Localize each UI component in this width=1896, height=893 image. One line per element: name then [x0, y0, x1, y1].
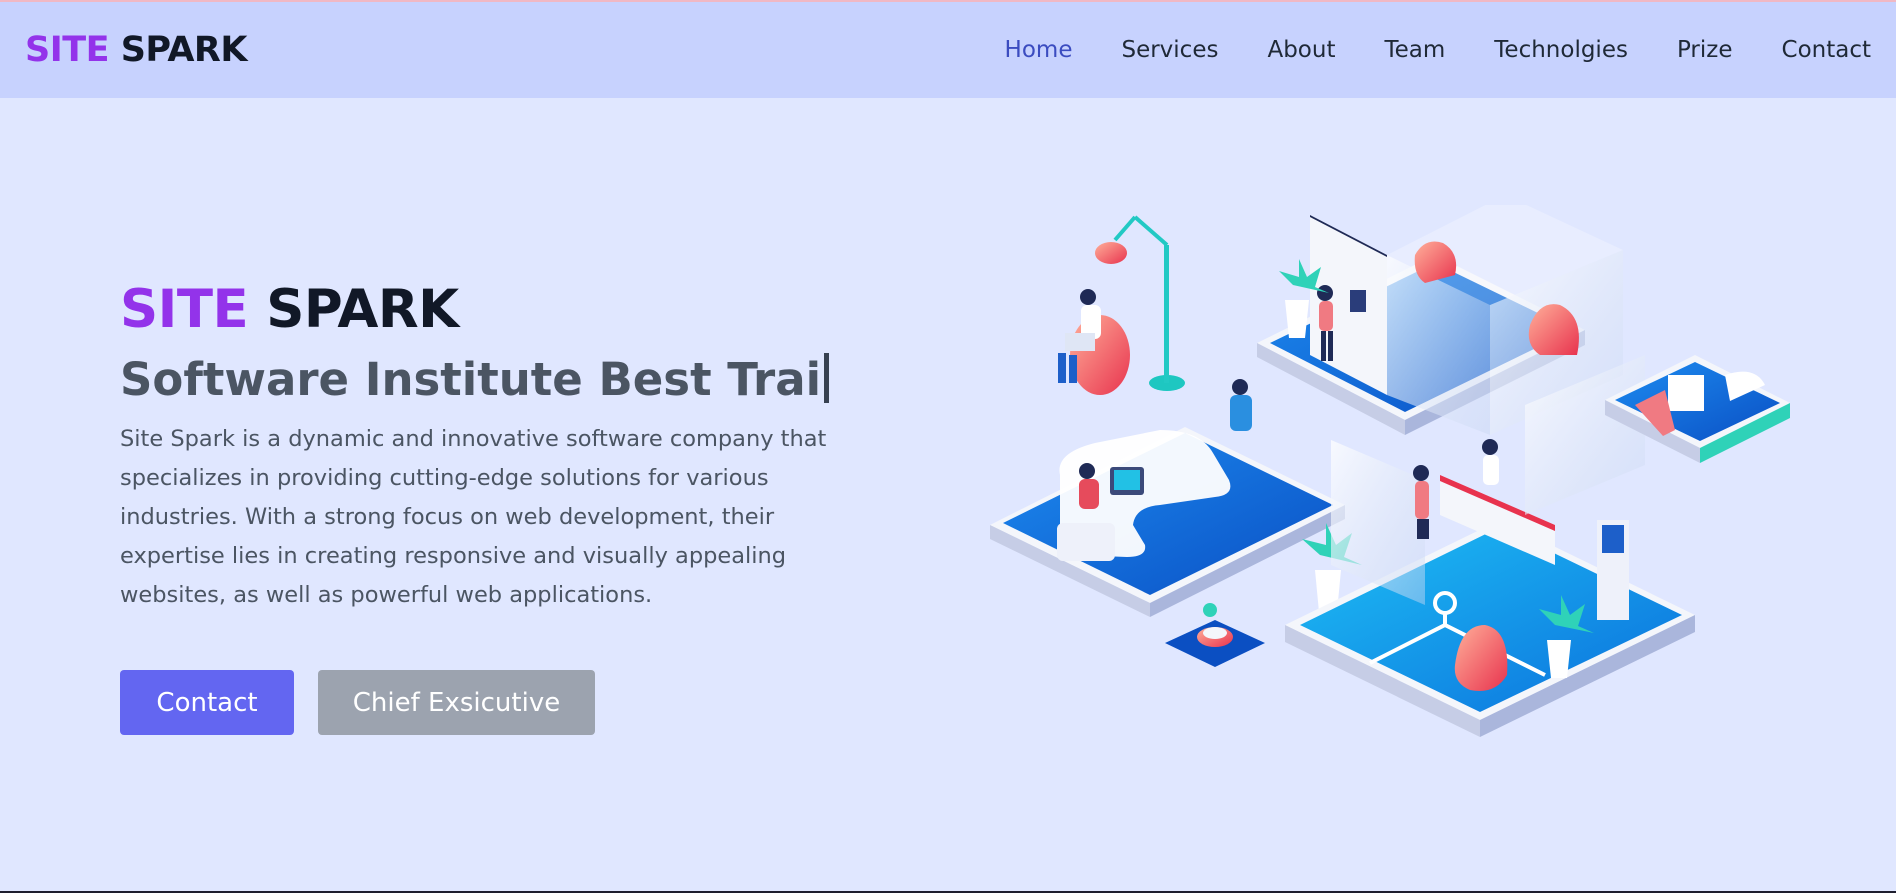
hero-section: SITE SPARK Software Institute Best Trai … [120, 278, 840, 615]
small-tile [1165, 603, 1265, 667]
main-nav: Home Services About Team Technolgies Pri… [956, 37, 1871, 63]
nav-link-home[interactable]: Home [1005, 37, 1073, 63]
site-logo[interactable]: SITE SPARK [25, 30, 248, 70]
chief-executive-button[interactable]: Chief Exsicutive [318, 670, 595, 735]
hero-description: Site Spark is a dynamic and innovative s… [120, 426, 827, 608]
navbar: SITE SPARK Home Services About Team Tech… [0, 2, 1896, 98]
nav-link-contact[interactable]: Contact [1782, 37, 1871, 63]
logo-word-spark: SPARK [120, 30, 248, 70]
logo-word-site: SITE [25, 30, 110, 70]
hero-subtitle: Software Institute Best Trai [120, 352, 840, 408]
nav-link-about[interactable]: About [1267, 37, 1335, 63]
hero-buttons: Contact Chief Exsicutive [120, 670, 595, 735]
nav-link-technologies[interactable]: Technolgies [1494, 37, 1628, 63]
hero-title: SITE SPARK [120, 278, 840, 342]
nav-link-prize[interactable]: Prize [1677, 37, 1733, 63]
person-sitting-beanbag [1058, 289, 1130, 395]
hero-title-spark: SPARK [266, 279, 459, 340]
hero-title-site: SITE [120, 279, 249, 340]
nav-link-team[interactable]: Team [1384, 37, 1445, 63]
typing-cursor [824, 353, 829, 403]
nav-link-services[interactable]: Services [1121, 37, 1218, 63]
contact-button[interactable]: Contact [120, 670, 294, 735]
isometric-office-illustration [990, 205, 1790, 737]
left-platform [990, 427, 1345, 617]
hero-subtitle-text: Software Institute Best Trai [120, 353, 821, 406]
